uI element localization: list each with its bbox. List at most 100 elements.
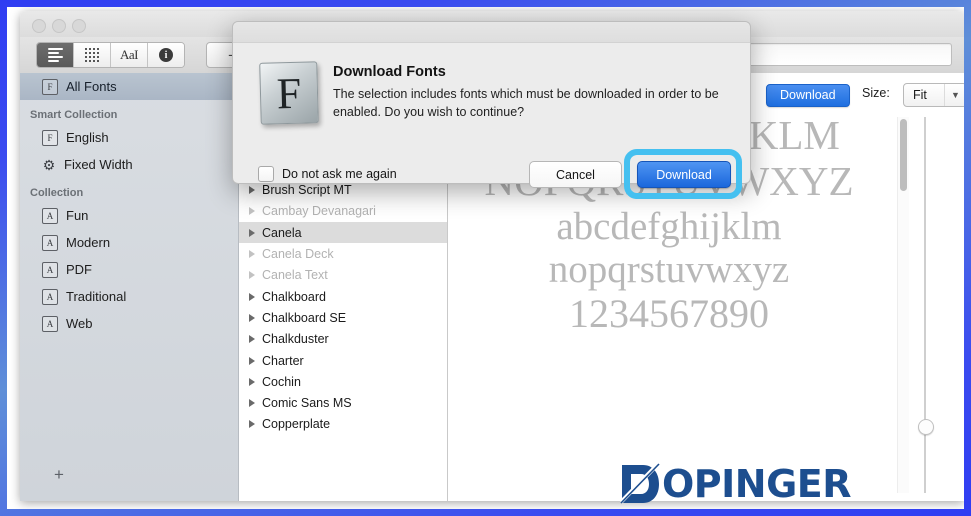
sidebar-item-label: English	[66, 130, 109, 145]
view-mode-segmented-control[interactable]: AaI i	[36, 42, 185, 68]
sidebar-item-fun[interactable]: A Fun	[20, 202, 238, 229]
sidebar-item-fixed-width[interactable]: ⚙ Fixed Width	[20, 151, 238, 178]
slider-track	[924, 117, 926, 493]
dopinger-logo-icon	[619, 462, 661, 506]
list-item[interactable]: Copperplate	[239, 414, 447, 435]
dialog-title: Download Fonts	[333, 64, 446, 80]
do-not-ask-again-checkbox[interactable]: Do not ask me again	[258, 166, 397, 182]
download-fonts-dialog: F Download Fonts The selection includes …	[232, 21, 751, 199]
font-box-icon: F	[42, 78, 58, 95]
font-name: Chalkduster	[262, 332, 329, 347]
font-name: Comic Sans MS	[262, 396, 352, 411]
disclosure-triangle-icon[interactable]	[249, 356, 255, 365]
search-input[interactable]	[734, 43, 952, 66]
cancel-button[interactable]: Cancel	[529, 161, 622, 188]
size-value: Fit	[913, 88, 927, 102]
sample-line: abcdefghijklm	[556, 204, 782, 248]
font-name: Chalkboard SE	[262, 310, 347, 325]
list-item[interactable]: Comic Sans MS	[239, 392, 447, 413]
list-item[interactable]: Cochin	[239, 371, 447, 392]
disclosure-triangle-icon[interactable]	[249, 420, 255, 429]
info-view-button[interactable]: i	[148, 43, 184, 67]
sample-view-button[interactable]: AaI	[111, 43, 148, 67]
list-item[interactable]: Canela Deck	[239, 243, 447, 264]
list-item[interactable]: Charter	[239, 350, 447, 371]
sidebar-item-label: Fixed Width	[64, 157, 133, 172]
sidebar-item-modern[interactable]: A Modern	[20, 229, 238, 256]
font-box-icon: F	[42, 129, 58, 146]
font-name: Brush Script MT	[262, 183, 352, 198]
sidebar-item-label: Traditional	[66, 289, 127, 304]
watermark-text: OPINGER	[662, 462, 852, 506]
disclosure-triangle-icon[interactable]	[249, 228, 255, 237]
scrollbar-thumb[interactable]	[900, 119, 907, 191]
sidebar-header-smart-collection: Smart Collection	[30, 109, 118, 121]
list-view-button[interactable]	[37, 43, 74, 67]
sidebar-item-label: Fun	[66, 208, 89, 223]
sidebar-item-label: All Fonts	[66, 79, 117, 94]
font-name: Canela	[262, 225, 302, 240]
minimize-button[interactable]	[52, 19, 66, 33]
list-item[interactable]: Chalkduster	[239, 329, 447, 350]
download-button[interactable]: Download	[637, 161, 731, 188]
grid-icon	[84, 47, 100, 63]
disclosure-triangle-icon[interactable]	[249, 186, 255, 195]
sidebar-item-web[interactable]: A Web	[20, 310, 238, 337]
chevron-down-icon: ▼	[944, 84, 964, 106]
disclosure-triangle-icon[interactable]	[249, 207, 255, 216]
close-button[interactable]	[32, 19, 46, 33]
disclosure-triangle-icon[interactable]	[249, 292, 255, 301]
list-icon	[47, 48, 63, 62]
screenshot-canvas: AaI i + F All Fonts Smart Collection F	[7, 7, 964, 509]
dialog-message: The selection includes fonts which must …	[333, 87, 719, 120]
sidebar-item-label: Modern	[66, 235, 111, 250]
font-book-app-icon: F	[259, 61, 319, 125]
outer-blue-frame: AaI i + F All Fonts Smart Collection F	[0, 0, 971, 516]
disclosure-triangle-icon[interactable]	[249, 313, 255, 322]
sample-line: nopqrstuvwxyz	[548, 248, 790, 292]
list-item-selected[interactable]: Canela	[239, 222, 447, 244]
font-size-slider[interactable]	[918, 117, 934, 493]
list-item[interactable]: Cambay Devanagari	[239, 201, 447, 222]
checkbox-label: Do not ask me again	[282, 167, 397, 181]
sidebar-item-label: Web	[66, 316, 93, 331]
sidebar-item-traditional[interactable]: A Traditional	[20, 283, 238, 310]
zoom-button[interactable]	[72, 19, 86, 33]
add-collection-button[interactable]: +	[54, 466, 64, 483]
aa-icon: AaI	[120, 47, 139, 62]
sidebar-item-all-fonts[interactable]: F All Fonts	[20, 73, 238, 100]
disclosure-triangle-icon[interactable]	[249, 250, 255, 259]
collection-icon: A	[42, 315, 58, 332]
preview-scrollbar[interactable]	[897, 117, 909, 493]
sidebar-item-pdf[interactable]: A PDF	[20, 256, 238, 283]
collection-icon: A	[42, 234, 58, 251]
dopinger-watermark: OPINGER	[619, 462, 852, 506]
sidebar-header-collection: Collection	[30, 187, 84, 199]
grid-view-button[interactable]	[74, 43, 111, 67]
disclosure-triangle-icon[interactable]	[249, 335, 255, 344]
checkbox-icon[interactable]	[258, 166, 274, 182]
gear-icon: ⚙	[42, 156, 56, 173]
size-label: Size:	[862, 86, 890, 100]
info-icon: i	[159, 48, 173, 62]
sample-line: 1234567890	[569, 291, 769, 337]
list-item[interactable]: Canela Text	[239, 265, 447, 286]
list-item[interactable]: Chalkboard	[239, 286, 447, 307]
font-name: Chalkboard	[262, 289, 326, 304]
sidebar-item-english[interactable]: F English	[20, 124, 238, 151]
font-name: Charter	[262, 353, 304, 368]
font-name: Canela Text	[262, 268, 328, 283]
font-name: Copperplate	[262, 417, 331, 432]
list-item[interactable]: Chalkboard SE	[239, 307, 447, 328]
sidebar: F All Fonts Smart Collection F English ⚙…	[20, 73, 239, 501]
download-font-button[interactable]: Download	[766, 84, 850, 107]
dialog-titlebar	[233, 22, 750, 43]
size-dropdown[interactable]: Fit ▼	[903, 83, 964, 107]
font-name: Cambay Devanagari	[262, 204, 376, 219]
collection-icon: A	[42, 261, 58, 278]
collection-icon: A	[42, 288, 58, 305]
disclosure-triangle-icon[interactable]	[249, 377, 255, 386]
disclosure-triangle-icon[interactable]	[249, 399, 255, 408]
disclosure-triangle-icon[interactable]	[249, 271, 255, 280]
slider-knob[interactable]	[918, 419, 934, 435]
